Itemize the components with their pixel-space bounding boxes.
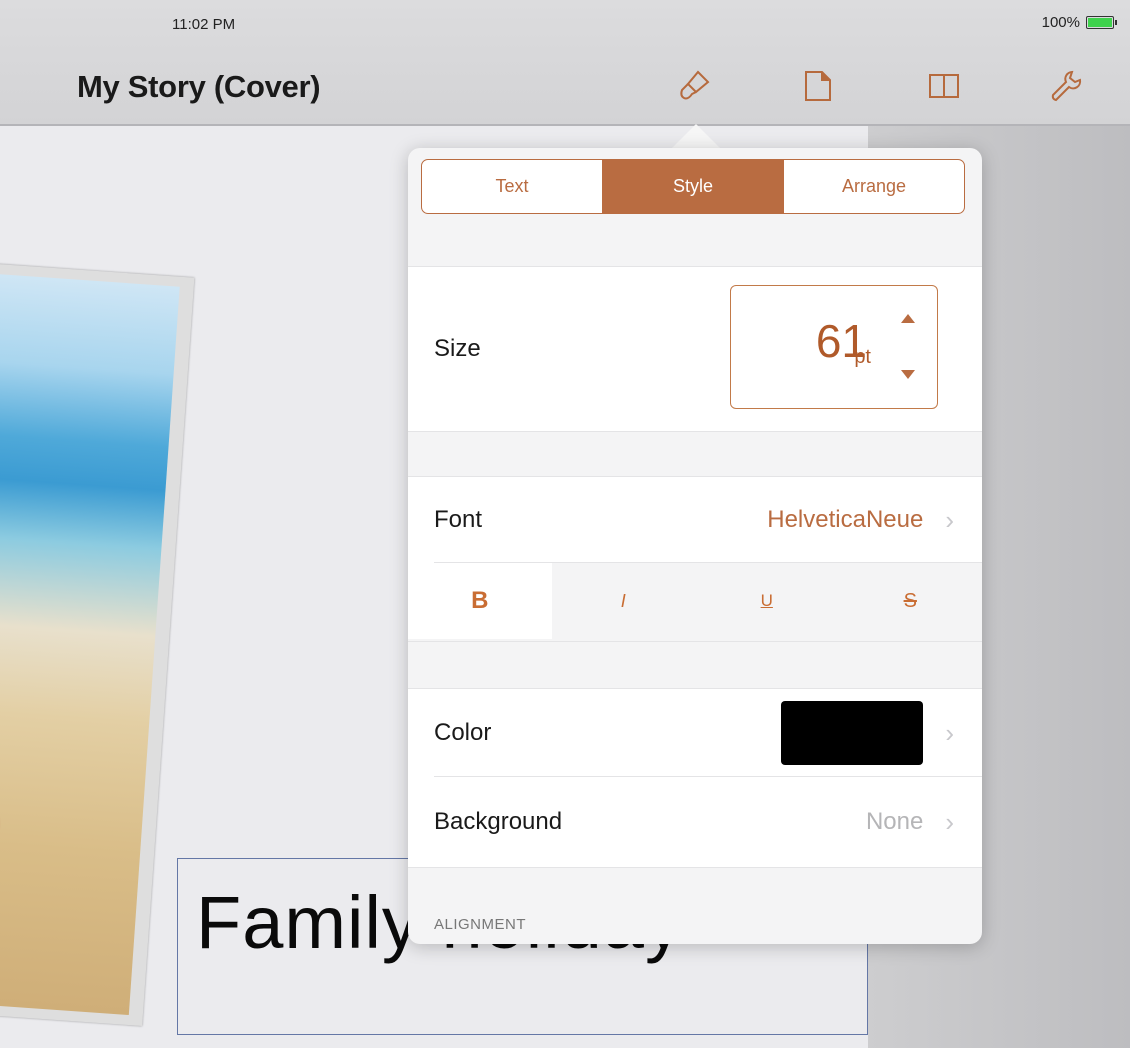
size-label: Size	[434, 335, 481, 362]
format-brush-button[interactable]	[672, 64, 716, 108]
text-color-swatch	[781, 701, 924, 765]
color-group: Color › Background None ›	[408, 688, 982, 868]
status-battery: 100%	[1041, 14, 1117, 31]
strikethrough-button[interactable]: S	[839, 563, 983, 639]
view-options-button[interactable]	[922, 64, 966, 108]
size-row: Size 61 pt	[408, 267, 982, 431]
photo-person-hair	[0, 477, 5, 745]
italic-button[interactable]: I	[552, 563, 696, 639]
format-popover: Text Style Arrange Size 61 pt Font Helve…	[408, 148, 982, 944]
status-time: 11:02 PM	[172, 16, 236, 33]
chevron-right-icon: ›	[945, 718, 954, 748]
background-row[interactable]: Background None ›	[408, 777, 982, 867]
tools-button[interactable]	[1044, 64, 1088, 108]
paintbrush-icon	[680, 70, 710, 100]
underline-button[interactable]: U	[695, 563, 839, 639]
font-value: HelveticaNeue	[767, 506, 924, 533]
insert-button[interactable]	[796, 64, 840, 108]
increase-size-button[interactable]	[901, 314, 915, 323]
font-row[interactable]: Font HelveticaNeue ›	[408, 477, 982, 563]
font-group: Font HelveticaNeue › B I U S	[408, 476, 982, 642]
font-label: Font	[434, 506, 483, 533]
chevron-right-icon: ›	[945, 505, 954, 535]
alignment-section-header: ALIGNMENT	[434, 916, 527, 933]
battery-icon	[1086, 16, 1117, 29]
popover-arrow	[672, 124, 720, 148]
tab-style[interactable]: Style	[602, 160, 783, 213]
color-label: Color	[434, 719, 492, 746]
book-icon	[929, 74, 959, 98]
bold-button[interactable]: B	[408, 563, 552, 639]
battery-percent: 100%	[1041, 14, 1080, 31]
tab-arrange[interactable]: Arrange	[783, 160, 964, 213]
wrench-icon	[1051, 70, 1082, 102]
format-segmented-control: Text Style Arrange	[421, 159, 965, 214]
decrease-size-button[interactable]	[901, 370, 915, 379]
size-unit: pt	[854, 346, 871, 368]
size-group: Size 61 pt	[408, 266, 982, 432]
color-row[interactable]: Color ›	[408, 689, 982, 777]
chevron-right-icon: ›	[945, 807, 954, 837]
size-stepper[interactable]: 61 pt	[730, 285, 938, 409]
document-title: My Story (Cover)	[77, 69, 321, 104]
row-divider	[434, 562, 982, 563]
tab-text[interactable]: Text	[422, 160, 602, 213]
background-value: None	[865, 808, 924, 835]
text-style-buttons: B I U S	[408, 563, 982, 639]
document-icon	[805, 71, 831, 101]
photo-person	[0, 686, 10, 996]
top-bar: 11:02 PM 100% My Story (Cover)	[0, 0, 1130, 126]
background-label: Background	[434, 808, 563, 835]
